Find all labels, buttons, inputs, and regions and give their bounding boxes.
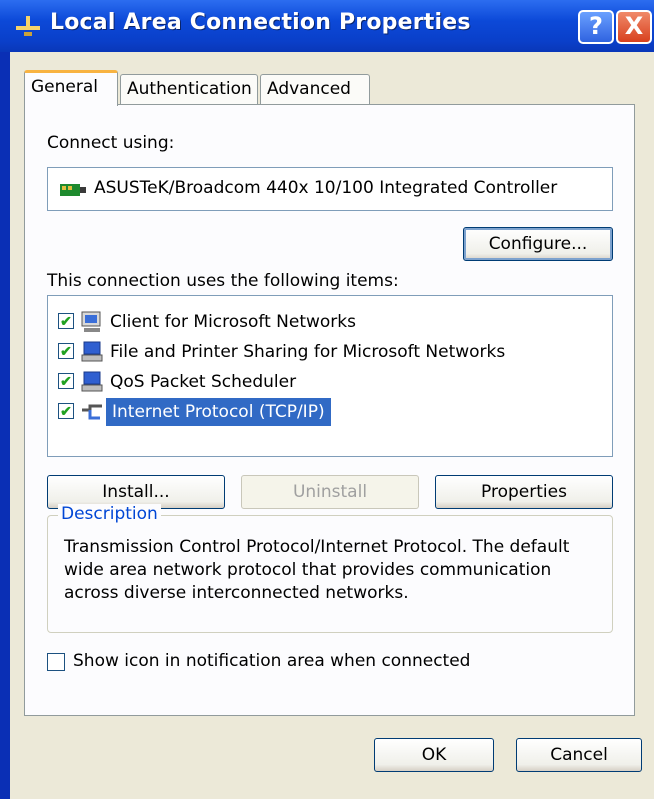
tab-advanced[interactable]: Advanced [260, 74, 370, 104]
title-bar[interactable]: Local Area Connection Properties ? X [0, 0, 654, 52]
checkbox-qos-packet-scheduler[interactable]: ✔ [58, 373, 74, 389]
network-card-icon [60, 184, 86, 196]
protocol-icon [82, 404, 102, 420]
cancel-button[interactable]: Cancel [516, 738, 642, 772]
check-mark-icon: ✔ [60, 403, 72, 419]
general-tab-panel: Connect using: ASUSTeK/Broadcom 440x 10/… [24, 104, 635, 716]
item-label: File and Printer Sharing for Microsoft N… [110, 342, 506, 362]
adapter-field: ASUSTeK/Broadcom 440x 10/100 Integrated … [47, 167, 613, 211]
tab-authentication[interactable]: Authentication [120, 74, 258, 104]
checkbox-client-for-microsoft-networks[interactable]: ✔ [58, 313, 74, 329]
check-mark-icon: ✔ [60, 343, 72, 359]
items-label: This connection uses the following items… [47, 271, 399, 291]
network-connection-icon [16, 16, 40, 36]
check-mark-icon: ✔ [60, 313, 72, 329]
checkbox-file-and-printer-sharing[interactable]: ✔ [58, 343, 74, 359]
connect-using-label: Connect using: [47, 133, 175, 153]
network-service-icon [81, 341, 103, 362]
ok-button[interactable]: OK [374, 738, 494, 772]
checkbox-internet-protocol-tcp-ip[interactable]: ✔ [58, 403, 74, 419]
description-text: Transmission Control Protocol/Internet P… [64, 537, 570, 603]
description-group: Description Transmission Control Protoco… [47, 504, 613, 633]
description-title: Description [58, 504, 161, 524]
components-list[interactable]: ✔ Client for Microsoft Networks ✔ File a… [47, 295, 613, 457]
item-label: QoS Packet Scheduler [110, 372, 297, 392]
configure-button[interactable]: Configure... [463, 227, 613, 261]
properties-button[interactable]: Properties [435, 475, 613, 509]
show-icon-checkbox[interactable] [47, 653, 65, 671]
adapter-name: ASUSTeK/Broadcom 440x 10/100 Integrated … [94, 178, 558, 198]
item-label: Client for Microsoft Networks [110, 312, 357, 332]
check-mark-icon: ✔ [60, 373, 72, 389]
network-client-icon [81, 311, 101, 332]
item-label: Internet Protocol (TCP/IP) [106, 398, 331, 426]
window-title: Local Area Connection Properties [50, 10, 471, 35]
network-service-icon [81, 371, 103, 392]
show-icon-label: Show icon in notification area when conn… [73, 651, 471, 671]
dialog-client-area: General Authentication Advanced Connect … [10, 52, 654, 799]
uninstall-button[interactable]: Uninstall [241, 475, 419, 509]
close-button[interactable]: X [616, 10, 652, 44]
tab-general[interactable]: General [24, 70, 118, 106]
help-button[interactable]: ? [578, 10, 614, 44]
dialog-window: Local Area Connection Properties ? X Gen… [0, 0, 654, 799]
